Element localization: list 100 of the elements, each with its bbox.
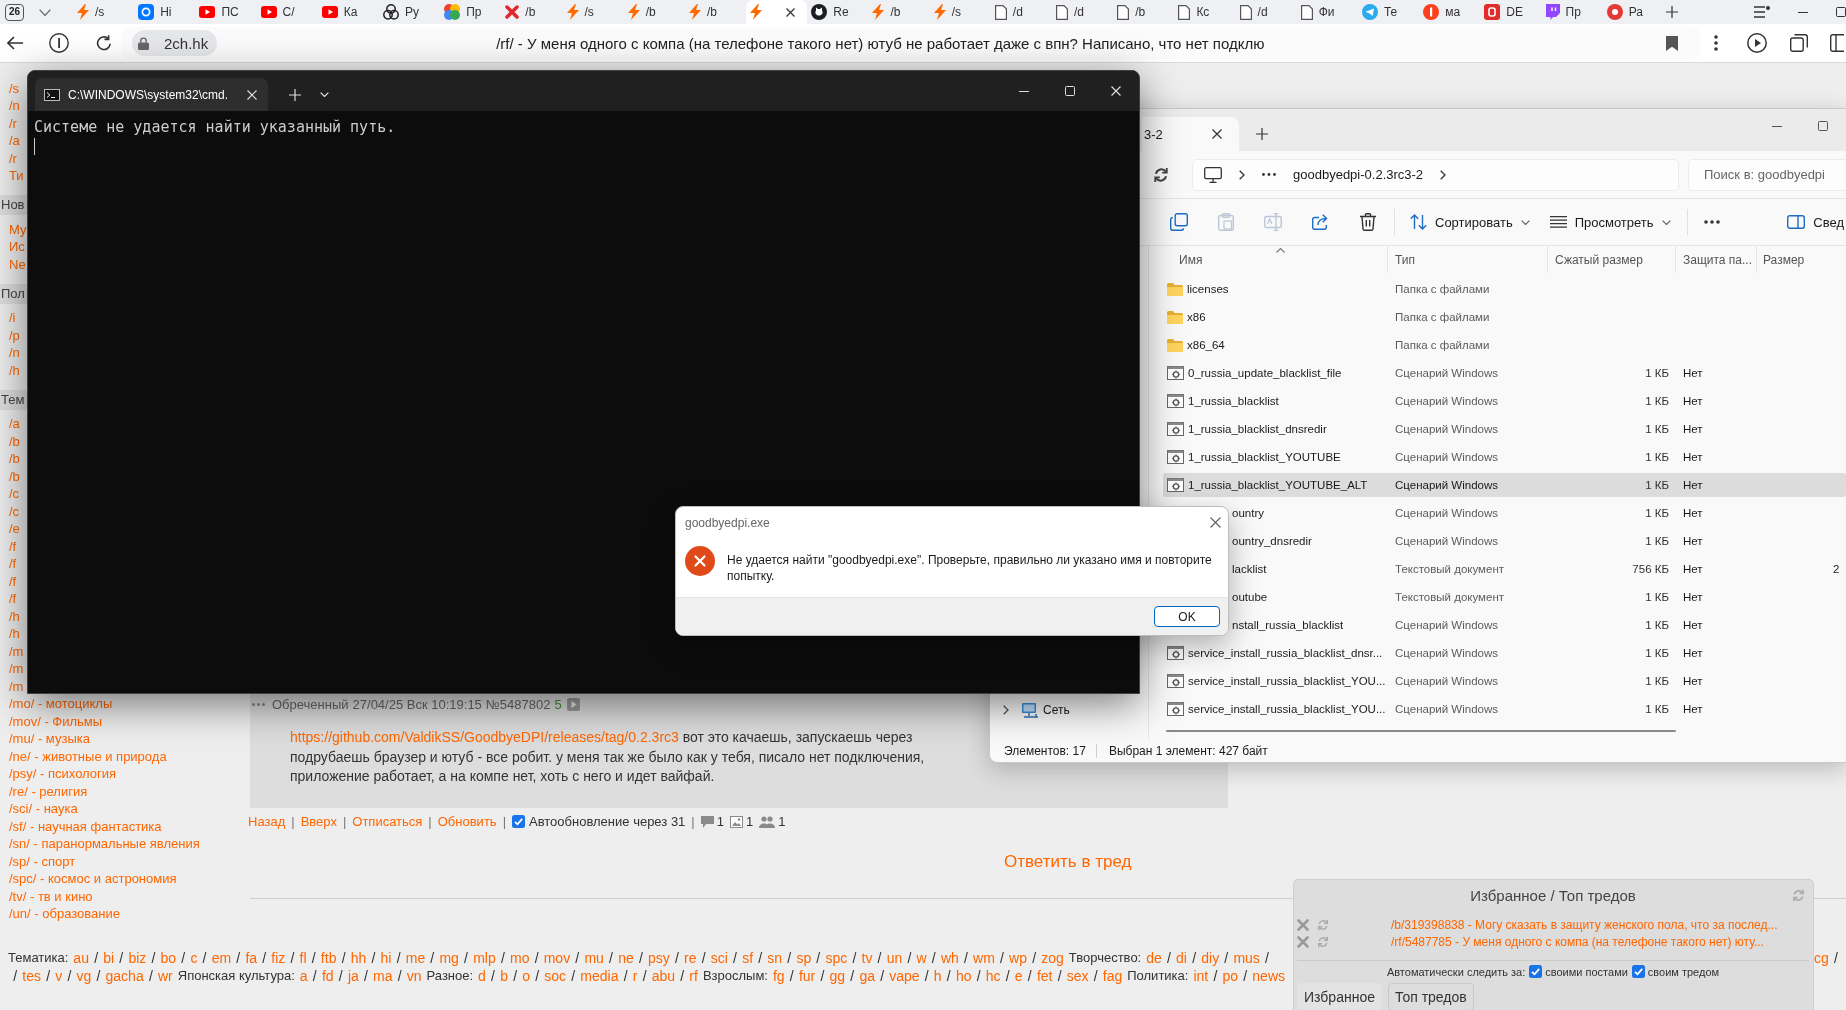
post-link[interactable]: https://github.com/ValdikSS/GoodbyeDPI/releases/tag/0.2.3rc3 xyxy=(290,729,679,745)
browser-tab[interactable]: Hi xyxy=(134,0,196,24)
board-link[interactable]: mo xyxy=(510,949,530,967)
board-link[interactable]: /mu/ - музыка xyxy=(9,732,90,747)
browser-tab[interactable]: /s xyxy=(73,0,135,24)
close-icon[interactable] xyxy=(786,7,796,17)
board-link[interactable]: /mo/ - мотоциклы xyxy=(9,697,113,712)
board-link[interactable]: /c xyxy=(9,487,20,502)
board-link[interactable]: zog xyxy=(1041,949,1064,967)
board-link[interactable]: /sp/ - спорт xyxy=(9,854,76,869)
minimize-icon[interactable] xyxy=(1019,90,1029,92)
board-link[interactable]: ftb xyxy=(320,949,337,967)
board-link[interactable]: ne xyxy=(618,949,634,967)
board-link[interactable]: a xyxy=(299,967,308,985)
nav-link[interactable]: Назад xyxy=(248,814,286,829)
browser-tab[interactable]: /b xyxy=(1113,0,1175,24)
browser-tab[interactable]: Ра xyxy=(1602,0,1664,24)
sort-button[interactable]: Сортировать xyxy=(1406,206,1534,238)
file-row[interactable]: x86_64 Папка с файлами xyxy=(1163,333,1846,357)
board-link[interactable]: /n xyxy=(9,99,20,114)
board-link[interactable]: un xyxy=(886,949,903,967)
board-link[interactable]: /b xyxy=(9,469,20,484)
board-link[interactable]: r xyxy=(632,967,638,985)
board-link[interactable]: /f xyxy=(9,539,17,554)
back-icon[interactable] xyxy=(7,36,23,50)
board-link[interactable]: me xyxy=(405,949,426,967)
board-link[interactable]: diy xyxy=(1201,949,1220,967)
browser-tab[interactable]: /b xyxy=(684,0,747,24)
board-link[interactable]: abu xyxy=(651,967,676,985)
board-link[interactable]: /sf/ - научная фантастика xyxy=(9,819,162,834)
board-link[interactable]: biz xyxy=(128,949,147,967)
board-link[interactable]: /a xyxy=(9,134,20,149)
site-info-button[interactable]: 2ch.hk xyxy=(132,30,218,56)
browser-tab[interactable]: ма xyxy=(1419,0,1481,24)
thread-link[interactable]: /rf/5487785 - У меня одного с компа (на телефоне такого нет) юту... xyxy=(1391,934,1764,949)
minimize-icon[interactable] xyxy=(1798,11,1808,13)
board-link[interactable]: /f xyxy=(9,557,17,572)
maximize-icon[interactable] xyxy=(1818,121,1828,131)
board-link[interactable]: ma xyxy=(373,967,393,985)
board-link[interactable]: /mov/ - Фильмы xyxy=(9,714,103,729)
board-link[interactable]: /b xyxy=(9,452,20,467)
copy-icon[interactable] xyxy=(1170,213,1188,231)
board-link[interactable]: fet xyxy=(1036,967,1053,985)
nav-link[interactable]: Обновить xyxy=(437,814,497,829)
stack-icon[interactable] xyxy=(1790,34,1808,52)
browser-tab[interactable]: /b xyxy=(623,0,685,24)
board-link[interactable]: /un/ - образование xyxy=(9,907,120,922)
file-row[interactable]: x86 Папка с файлами xyxy=(1163,305,1846,329)
file-row[interactable]: 1_russia_blacklist Сценарий Windows 1 КБ Нет xyxy=(1163,389,1846,413)
board-link[interactable]: gg xyxy=(829,967,846,985)
board-link[interactable]: hh xyxy=(350,949,367,967)
board-link[interactable]: fl xyxy=(299,949,307,967)
more-icon[interactable] xyxy=(1714,35,1718,51)
board-link[interactable]: /s xyxy=(9,81,20,96)
board-link[interactable]: wr xyxy=(157,967,173,985)
board-link[interactable]: /m xyxy=(9,644,24,659)
board-link[interactable]: /n xyxy=(9,346,20,361)
board-link[interactable]: fd xyxy=(321,967,334,985)
browser-tab[interactable]: Ру xyxy=(378,0,441,24)
board-link[interactable]: fur xyxy=(798,967,816,985)
column-header[interactable]: Защита па... xyxy=(1676,246,1757,273)
board-link[interactable]: /spc/ - космос и астрономия xyxy=(9,872,177,887)
browser-tab[interactable]: Те xyxy=(1357,0,1420,24)
board-link[interactable]: d xyxy=(478,967,486,985)
board-link[interactable]: /b xyxy=(9,434,20,449)
board-link[interactable]: news xyxy=(1252,967,1285,985)
board-link[interactable]: fa xyxy=(245,949,258,967)
board-link[interactable]: int xyxy=(1193,967,1209,985)
post-number[interactable]: №5487802 xyxy=(485,696,551,712)
board-link[interactable]: mov xyxy=(543,949,571,967)
nav-link[interactable]: Вверх xyxy=(300,814,337,829)
board-link[interactable]: /tv/ - тв и кино xyxy=(9,889,93,904)
browser-tab[interactable]: Ка xyxy=(317,0,379,24)
board-link[interactable]: /f xyxy=(9,592,17,607)
browser-tab[interactable]: /s xyxy=(562,0,624,24)
nav-link[interactable]: Отписаться xyxy=(352,814,423,829)
board-link[interactable]: tv xyxy=(861,949,873,967)
board-link[interactable]: /h xyxy=(9,627,20,642)
caret-icon[interactable] xyxy=(1661,219,1671,225)
board-link[interactable]: Ис xyxy=(9,240,25,255)
board-link[interactable]: mg xyxy=(439,949,459,967)
board-link[interactable]: /r xyxy=(9,151,17,166)
board-link[interactable]: /h xyxy=(9,609,20,624)
board-link[interactable]: /p xyxy=(9,328,20,343)
board-link[interactable]: /h xyxy=(9,363,20,378)
bookmark-icon[interactable] xyxy=(1666,35,1678,51)
file-row[interactable]: 1_russia_blacklist_YOUTUBE_ALT Сценарий Windows 1 КБ Нет xyxy=(1163,473,1846,497)
more-icon[interactable] xyxy=(1703,220,1720,224)
caret-icon[interactable] xyxy=(1520,219,1530,225)
close-icon[interactable] xyxy=(1210,517,1221,528)
board-link[interactable]: fg xyxy=(772,967,785,985)
board-link[interactable]: sf xyxy=(742,949,754,967)
reply-link[interactable]: Ответить в тред xyxy=(1004,851,1132,871)
board-link[interactable]: /e xyxy=(9,522,20,537)
thread-link[interactable]: /b/319398838 - Могу сказать в защиту женского пола, что за послед... xyxy=(1391,917,1778,932)
checkbox[interactable] xyxy=(1631,965,1645,978)
board-link[interactable]: w xyxy=(916,949,927,967)
share-icon[interactable] xyxy=(1312,214,1330,230)
board-link[interactable]: v xyxy=(55,967,63,985)
details-button[interactable]: Свед xyxy=(1783,206,1846,238)
